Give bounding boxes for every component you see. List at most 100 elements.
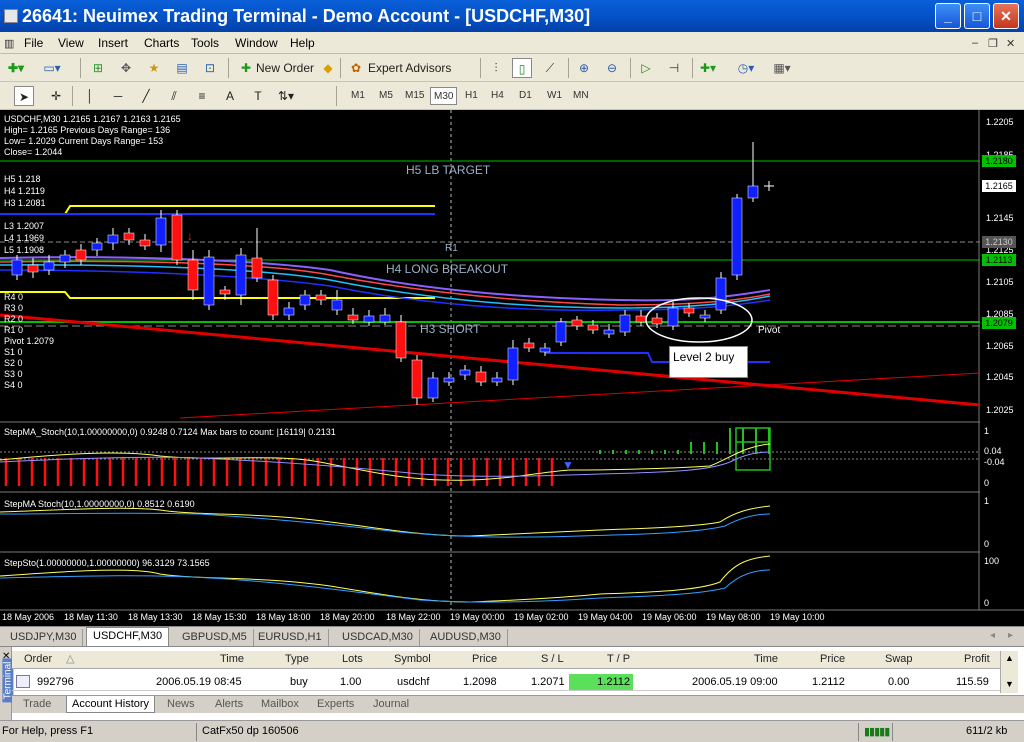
level-label: H3 1.2081 — [4, 198, 46, 208]
tf-mn[interactable]: MN — [570, 87, 592, 105]
window-title: 26641: Neuimex Trading Terminal - Demo A… — [22, 6, 591, 26]
metaeditor-icon[interactable]: ◆ — [318, 58, 338, 78]
autoscroll-icon[interactable]: ▷ — [636, 58, 656, 78]
col-swap[interactable]: Swap — [885, 651, 913, 669]
tab-scroll-right-icon[interactable]: ▸ — [1008, 630, 1013, 641]
chart-tab[interactable]: USDCAD,M30 — [336, 629, 420, 646]
chart-shift-icon[interactable]: ⊣ — [664, 58, 684, 78]
standard-toolbar: ✚▾ ▭▾ ⊞ ✥ ★ ▤ ⊡ ✚ New Order ◆ ✿ Expert A… — [0, 54, 1024, 82]
market-watch-icon[interactable]: ⊞ — [88, 58, 108, 78]
tf-m5[interactable]: M5 — [376, 87, 396, 105]
tf-m30[interactable]: M30 — [430, 87, 458, 105]
chart-window-icon[interactable]: ▥ — [4, 37, 14, 50]
arrows-tool-icon[interactable]: ⇅▾ — [276, 86, 296, 106]
tester-icon[interactable]: ⊡ — [200, 58, 220, 78]
level-lines — [0, 160, 981, 419]
chart-area[interactable]: ↓ USDCHF,M30 1.2165 1.2167 1.2163 1.2165… — [0, 110, 1024, 626]
tab-scroll-left-icon[interactable]: ◂ — [990, 630, 995, 641]
expert-advisors-button[interactable]: Expert Advisors — [368, 58, 451, 78]
trendline-icon[interactable]: ╱ — [136, 86, 156, 106]
mdi-close-icon[interactable]: ✕ — [1006, 37, 1015, 50]
menu-tools[interactable]: Tools — [191, 36, 219, 50]
tf-h4[interactable]: H4 — [488, 87, 507, 105]
menu-insert[interactable]: Insert — [98, 36, 128, 50]
chart-tab[interactable]: GBPUSD,M5 — [176, 629, 254, 646]
menu-charts[interactable]: Charts — [144, 36, 179, 50]
zoom-in-icon[interactable]: ⊕ — [574, 58, 594, 78]
text-tool-icon[interactable]: A — [220, 86, 240, 106]
candle — [571, 319, 583, 327]
chart-tab-active[interactable]: USDCHF,M30 — [86, 627, 170, 647]
scroll-up-icon[interactable]: ▲ — [1005, 653, 1014, 663]
col-price[interactable]: Price — [472, 651, 497, 669]
price-candles — [11, 142, 759, 405]
close-button[interactable]: ✕ — [993, 3, 1019, 29]
terminal-icon[interactable]: ▤ — [172, 58, 192, 78]
new-chart-icon[interactable]: ✚▾ — [6, 58, 26, 78]
col-order[interactable]: Order — [24, 651, 52, 669]
status-traffic: 611/2 kb — [966, 725, 1008, 737]
candle — [267, 279, 279, 316]
vertical-line-icon[interactable]: │ — [80, 86, 100, 106]
col-close-price[interactable]: Price — [820, 651, 845, 669]
col-profit[interactable]: Profit — [964, 651, 990, 669]
cursor-icon[interactable]: ➤ — [14, 86, 34, 106]
level-label: S1 0 — [4, 347, 23, 357]
chart-tab[interactable]: AUDUSD,M30 — [424, 629, 508, 646]
new-order-button[interactable]: New Order — [256, 58, 314, 78]
crosshair-nav-icon[interactable]: ✥ — [116, 58, 136, 78]
col-time[interactable]: Time — [220, 651, 244, 669]
menu-view[interactable]: View — [58, 36, 84, 50]
bar-chart-icon[interactable]: ⫶ — [486, 58, 506, 78]
connection-icon: ▮▮▮▮▮ — [864, 726, 890, 738]
col-tp[interactable]: T / P — [607, 651, 630, 669]
tab-experts[interactable]: Experts — [312, 696, 359, 713]
tab-account-history[interactable]: Account History — [66, 696, 156, 713]
scroll-down-icon[interactable]: ▼ — [1005, 679, 1014, 689]
terminal-scrollbar[interactable]: ▲ ▼ — [1000, 651, 1018, 693]
minimize-button[interactable]: _ — [935, 3, 961, 29]
crosshair-icon[interactable]: ✛ — [46, 86, 66, 106]
indicators-icon[interactable]: ✚▾ — [698, 58, 718, 78]
menu-window[interactable]: Window — [235, 36, 278, 50]
zoom-out-icon[interactable]: ⊖ — [602, 58, 622, 78]
fibonacci-icon[interactable]: ≡ — [192, 86, 212, 106]
periods-icon[interactable]: ◷▾ — [736, 58, 756, 78]
tf-m15[interactable]: M15 — [402, 87, 427, 105]
maximize-button[interactable]: □ — [964, 3, 990, 29]
tf-d1[interactable]: D1 — [516, 87, 535, 105]
expert-advisors-icon[interactable]: ✿ — [346, 58, 366, 78]
tab-mailbox[interactable]: Mailbox — [256, 696, 304, 713]
tf-h1[interactable]: H1 — [462, 87, 481, 105]
tab-journal[interactable]: Journal — [368, 696, 414, 713]
menu-file[interactable]: File — [24, 36, 43, 50]
text-label-icon[interactable]: T — [248, 86, 268, 106]
tab-news[interactable]: News — [162, 696, 200, 713]
candlestick-icon[interactable]: ▯ — [512, 58, 532, 78]
candle — [171, 214, 183, 261]
templates-icon[interactable]: ▦▾ — [772, 58, 792, 78]
mdi-minimize-icon[interactable]: – — [972, 37, 978, 49]
menu-help[interactable]: Help — [290, 36, 315, 50]
mdi-restore-icon[interactable]: ❐ — [988, 37, 998, 50]
new-order-icon[interactable]: ✚ — [236, 58, 256, 78]
col-close-time[interactable]: Time — [754, 651, 778, 669]
channel-icon[interactable]: ⫽ — [164, 86, 184, 106]
col-lots[interactable]: Lots — [342, 651, 363, 669]
horizontal-line-icon[interactable]: ─ — [108, 86, 128, 106]
candle — [107, 234, 119, 244]
col-symbol[interactable]: Symbol — [394, 651, 431, 669]
price-tick: 1.2205 — [986, 117, 1014, 127]
profiles-icon[interactable]: ▭▾ — [42, 58, 62, 78]
col-type[interactable]: Type — [285, 651, 309, 669]
chart-tab[interactable]: USDJPY,M30 — [4, 629, 84, 646]
terminal-close-icon[interactable]: ✕ — [2, 651, 10, 662]
chart-tab[interactable]: EURUSD,H1 — [252, 629, 329, 646]
tf-m1[interactable]: M1 — [348, 87, 368, 105]
tab-alerts[interactable]: Alerts — [210, 696, 248, 713]
navigator-icon[interactable]: ★ — [144, 58, 164, 78]
tab-trade[interactable]: Trade — [18, 696, 56, 713]
line-chart-icon[interactable]: ⟋ — [540, 58, 560, 78]
tf-w1[interactable]: W1 — [544, 87, 565, 105]
col-sl[interactable]: S / L — [541, 651, 564, 669]
